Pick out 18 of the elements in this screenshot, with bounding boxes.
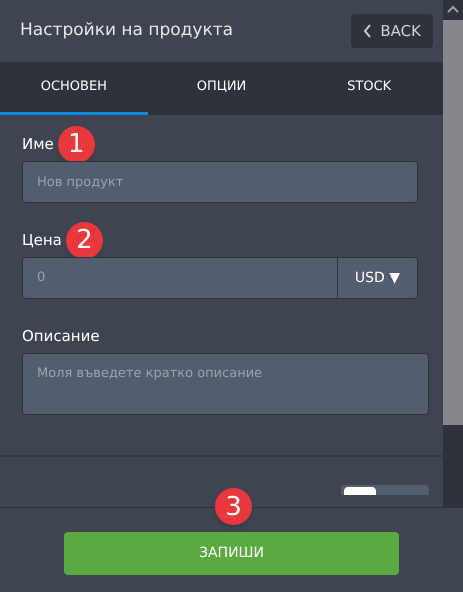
field-label: Цена <box>22 230 62 251</box>
scrollbar[interactable] <box>443 0 463 507</box>
step-marker: 3 <box>215 488 252 525</box>
description-field[interactable]: Моля въведете кратко описание <box>22 353 429 415</box>
step-marker: 2 <box>66 222 103 258</box>
tab[interactable]: ОПЦИИ <box>148 62 296 115</box>
field-label: Описание <box>22 326 100 347</box>
field-label: Име <box>22 134 54 155</box>
currency-dropdown[interactable]: USD ▼ <box>338 257 418 299</box>
price-field[interactable]: 0 <box>22 257 338 299</box>
step-marker: 1 <box>58 126 95 162</box>
tab[interactable]: STOCK <box>295 62 444 115</box>
window-title: Настройки на продукта <box>20 19 234 42</box>
back-button[interactable]: BACK <box>351 14 433 48</box>
toggle-switch[interactable] <box>341 485 429 495</box>
tab[interactable]: ОСНОВЕН <box>0 62 148 115</box>
chevron-left-icon <box>363 24 372 38</box>
input-field[interactable]: Нов продукт <box>22 161 418 203</box>
